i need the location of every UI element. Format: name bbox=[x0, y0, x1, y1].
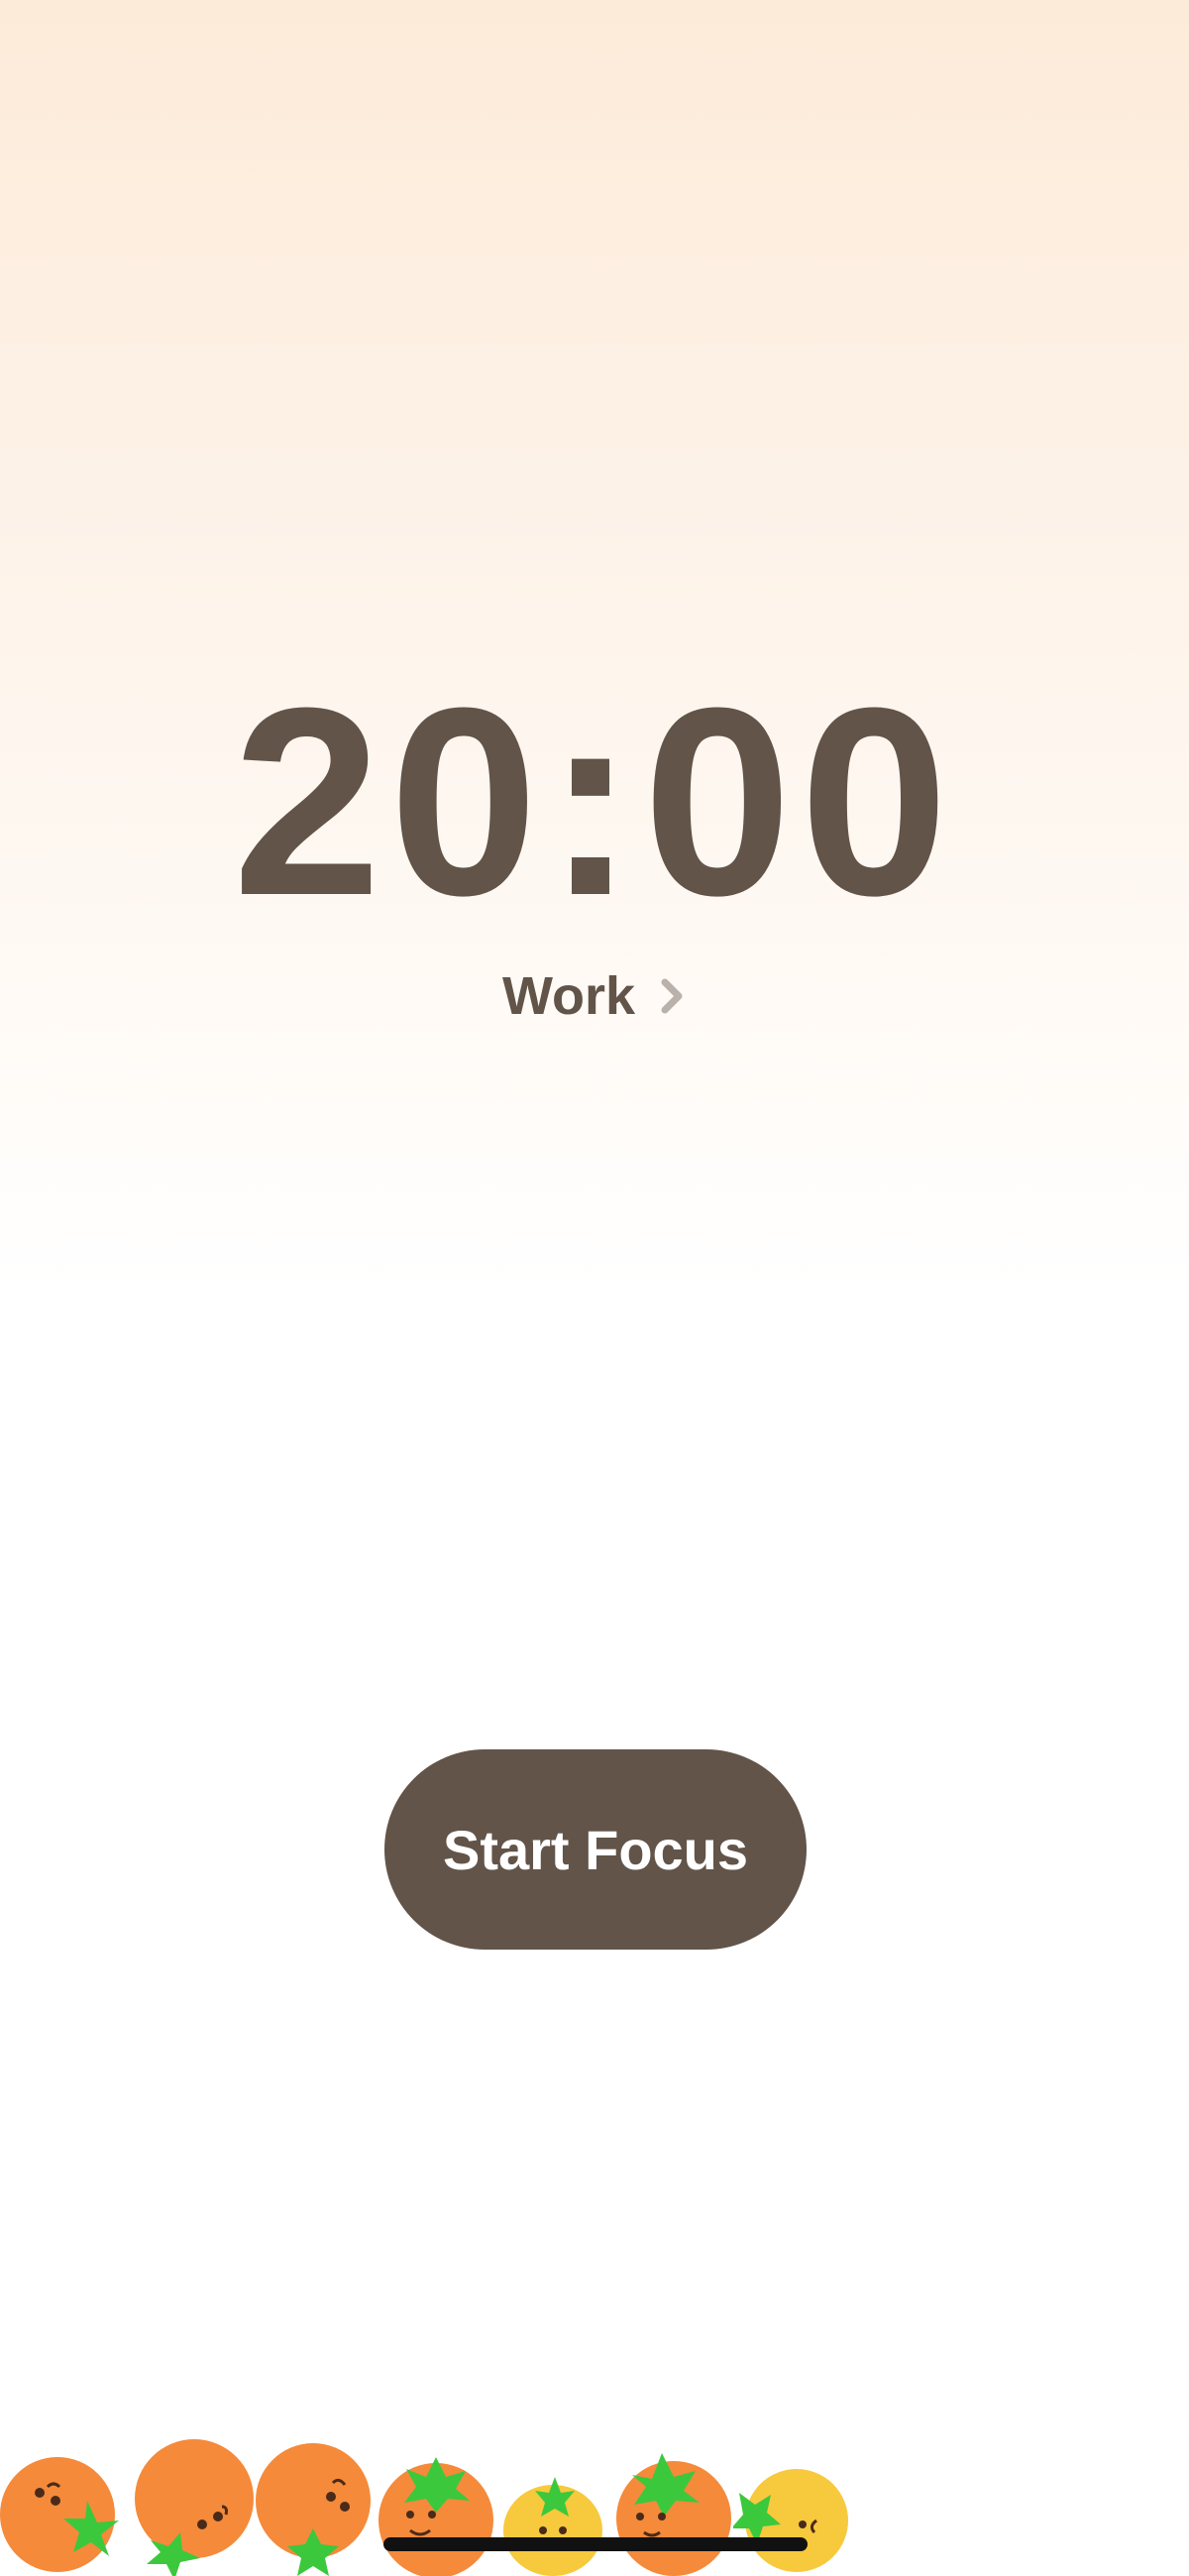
home-indicator[interactable] bbox=[383, 2537, 808, 2551]
timer-display: 20:00 bbox=[232, 653, 957, 952]
mode-label: Work bbox=[501, 966, 636, 1026]
tomato-decoration-row bbox=[0, 2433, 1189, 2576]
tomato-icon bbox=[256, 2443, 371, 2576]
tomato-icon bbox=[378, 2457, 493, 2576]
focus-timer-screen: 20:00 Work Start Focus bbox=[0, 0, 1189, 2576]
mode-selector[interactable]: Work bbox=[0, 956, 1189, 1036]
tomato-icon bbox=[503, 2477, 602, 2576]
tomato-icon bbox=[616, 2453, 731, 2576]
chevron-right-icon bbox=[657, 974, 687, 1018]
start-focus-button[interactable]: Start Focus bbox=[384, 1749, 807, 1950]
tomato-icon bbox=[135, 2439, 254, 2576]
tomato-icon bbox=[0, 2457, 119, 2572]
tomato-icon bbox=[733, 2469, 848, 2572]
